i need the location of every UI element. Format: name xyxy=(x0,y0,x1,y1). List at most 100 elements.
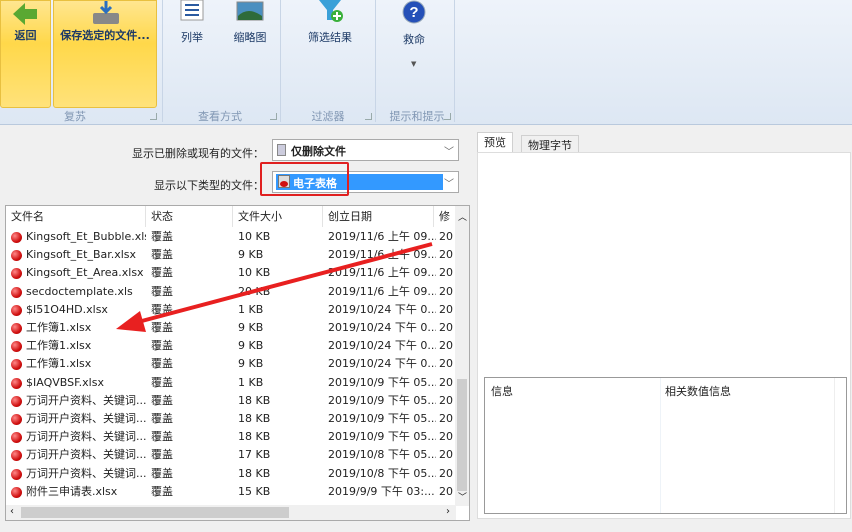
table-row[interactable]: 万词开户资料、关键词... 覆盖 18 KB 2019/10/9 下午 05..… xyxy=(6,410,456,428)
horizontal-scrollbar[interactable]: ‹ › xyxy=(6,505,456,520)
table-row[interactable]: 万词开户资料、关键词... 覆盖 18 KB 2019/10/9 下午 05..… xyxy=(6,428,456,446)
back-button[interactable]: 返回 xyxy=(0,0,51,108)
deleted-file-icon xyxy=(11,268,22,280)
deleted-file-icon xyxy=(11,468,22,480)
file-created: 2019/11/6 上午 09... xyxy=(328,266,436,280)
scroll-left-icon[interactable]: ‹ xyxy=(10,506,14,517)
group-label-recover: 复苏 xyxy=(64,110,86,123)
file-name: Kingsoft_Et_Bubble.xlsx xyxy=(26,230,146,243)
scroll-up-icon[interactable]: ︿ xyxy=(458,210,467,223)
dropdown-arrow-icon[interactable]: ▼ xyxy=(411,60,416,68)
scroll-thumb[interactable] xyxy=(21,507,289,518)
group-separator xyxy=(280,0,281,122)
table-row[interactable]: 万词开户资料、关键词... 覆盖 18 KB 2019/10/8 下午 05..… xyxy=(6,465,456,483)
deleted-file-icon xyxy=(11,377,22,389)
help-question-icon: ? xyxy=(402,0,426,24)
deleted-file-icon xyxy=(11,414,22,425)
highlight-box xyxy=(260,162,349,196)
file-modified: 20 xyxy=(439,321,453,334)
file-status: 覆盖 xyxy=(151,375,173,389)
table-row[interactable]: Kingsoft_Et_Area.xlsx 覆盖 10 KB 2019/11/6… xyxy=(6,264,456,282)
file-name: 万词开户资料、关键词... xyxy=(26,448,146,462)
deleted-file-icon xyxy=(11,450,22,462)
file-size: 1 KB xyxy=(238,375,264,389)
back-arrow-icon xyxy=(13,3,37,25)
file-status: 覆盖 xyxy=(151,448,173,462)
table-row[interactable]: 工作簿1.xlsx 覆盖 9 KB 2019/10/24 下午 0... 20 xyxy=(6,319,456,337)
file-modified: 20 xyxy=(439,375,453,389)
file-created: 2019/11/6 上午 09... xyxy=(328,230,436,243)
table-row[interactable]: 万词开户资料、关键词... 覆盖 17 KB 2019/10/8 下午 05..… xyxy=(6,446,456,464)
scroll-thumb[interactable] xyxy=(457,379,467,491)
file-created: 2019/10/8 下午 05... xyxy=(328,466,436,480)
file-name: secdoctemplate.xls xyxy=(26,284,133,298)
file-size: 18 KB xyxy=(238,466,271,480)
file-status: 覆盖 xyxy=(151,339,173,353)
file-size: 10 KB xyxy=(238,266,271,280)
chevron-down-icon: ﹀ xyxy=(444,179,454,190)
column-header-status[interactable]: 状态 xyxy=(146,206,233,227)
related-value-column-header[interactable]: 相关数值信息 xyxy=(665,383,731,399)
info-column-header[interactable]: 信息 xyxy=(491,383,513,399)
save-selected-button[interactable]: 保存选定的文件... xyxy=(53,0,157,108)
file-created: 2019/10/24 下午 0... xyxy=(328,321,436,334)
table-row[interactable]: 工作簿1.xlsx 覆盖 9 KB 2019/10/24 下午 0... 20 xyxy=(6,337,456,355)
deleted-file-icon xyxy=(11,486,22,498)
group-launcher-icon[interactable] xyxy=(150,113,157,120)
column-header-name[interactable]: 文件名 xyxy=(6,206,146,227)
file-modified: 20 xyxy=(439,430,453,444)
group-separator xyxy=(375,0,376,122)
file-size: 18 KB xyxy=(238,412,271,425)
list-icon xyxy=(180,0,204,21)
file-name: 万词开户资料、关键词... xyxy=(26,393,146,407)
column-header-modified[interactable]: 修 xyxy=(434,206,456,227)
table-row[interactable]: Kingsoft_Et_Bubble.xlsx 覆盖 10 KB 2019/11… xyxy=(6,228,456,246)
help-button[interactable]: ? 救命 ▼ xyxy=(396,0,432,68)
file-status: 覆盖 xyxy=(151,230,173,243)
column-header-created[interactable]: 创立日期 xyxy=(323,206,434,227)
table-row[interactable]: 万词开户资料、关键词... 覆盖 18 KB 2019/10/9 下午 05..… xyxy=(6,392,456,410)
file-name: 万词开户资料、关键词... xyxy=(26,430,146,444)
group-launcher-icon[interactable] xyxy=(365,113,372,120)
deleted-filter-dropdown[interactable]: 仅删除文件 ﹀ xyxy=(272,139,459,161)
file-status: 覆盖 xyxy=(151,430,173,444)
file-modified: 20 xyxy=(439,412,453,425)
file-modified: 20 xyxy=(439,484,453,498)
file-modified: 20 xyxy=(439,302,453,316)
group-separator xyxy=(454,0,455,122)
file-status: 覆盖 xyxy=(151,393,173,407)
vertical-scrollbar[interactable]: ︿ ﹀ xyxy=(455,206,469,506)
table-row[interactable]: $I51O4HD.xlsx 覆盖 1 KB 2019/10/24 下午 0...… xyxy=(6,301,456,319)
file-created: 2019/10/24 下午 0... xyxy=(328,357,436,371)
file-status: 覆盖 xyxy=(151,412,173,425)
file-created: 2019/10/9 下午 05... xyxy=(328,430,436,444)
table-row[interactable]: 工作簿1.xlsx 覆盖 9 KB 2019/10/24 下午 0... 20 xyxy=(6,355,456,373)
file-created: 2019/10/24 下午 0... xyxy=(328,339,436,353)
list-view-button[interactable]: 列举 xyxy=(172,0,212,45)
filter-funnel-icon xyxy=(319,0,343,22)
scroll-down-icon[interactable]: ﹀ xyxy=(458,490,467,503)
group-label-filter: 过滤器 xyxy=(311,110,345,123)
file-modified: 20 xyxy=(439,266,453,280)
file-modified: 20 xyxy=(439,357,453,371)
deleted-file-icon xyxy=(11,432,22,444)
thumbnail-icon xyxy=(236,1,264,21)
file-modified: 20 xyxy=(439,284,453,298)
info-table: 信息 相关数值信息 xyxy=(484,377,847,514)
tab-preview[interactable]: 预览 xyxy=(477,132,513,154)
table-row[interactable]: secdoctemplate.xls 覆盖 20 KB 2019/11/6 上午… xyxy=(6,283,456,301)
column-header-size[interactable]: 文件大小 xyxy=(233,206,323,227)
filter-results-button[interactable]: 筛选结果 xyxy=(300,0,360,45)
thumbnail-view-button[interactable]: 缩略图 xyxy=(228,0,272,45)
file-created: 2019/10/24 下午 0... xyxy=(328,302,436,316)
file-name: $I51O4HD.xlsx xyxy=(26,302,108,316)
group-launcher-icon[interactable] xyxy=(444,113,451,120)
scroll-right-icon[interactable]: › xyxy=(446,506,450,517)
file-status: 覆盖 xyxy=(151,321,173,334)
table-row[interactable]: $IAQVBSF.xlsx 覆盖 1 KB 2019/10/9 下午 05...… xyxy=(6,374,456,392)
file-list[interactable]: 文件名 状态 文件大小 创立日期 修 Kingsoft_Et_Bubble.xl… xyxy=(5,205,470,521)
file-modified: 20 xyxy=(439,466,453,480)
table-row[interactable]: 附件三申请表.xlsx 覆盖 15 KB 2019/9/9 下午 03:... … xyxy=(6,483,456,501)
table-row[interactable]: Kingsoft_Et_Bar.xlsx 覆盖 9 KB 2019/11/6 上… xyxy=(6,246,456,264)
group-launcher-icon[interactable] xyxy=(270,113,277,120)
